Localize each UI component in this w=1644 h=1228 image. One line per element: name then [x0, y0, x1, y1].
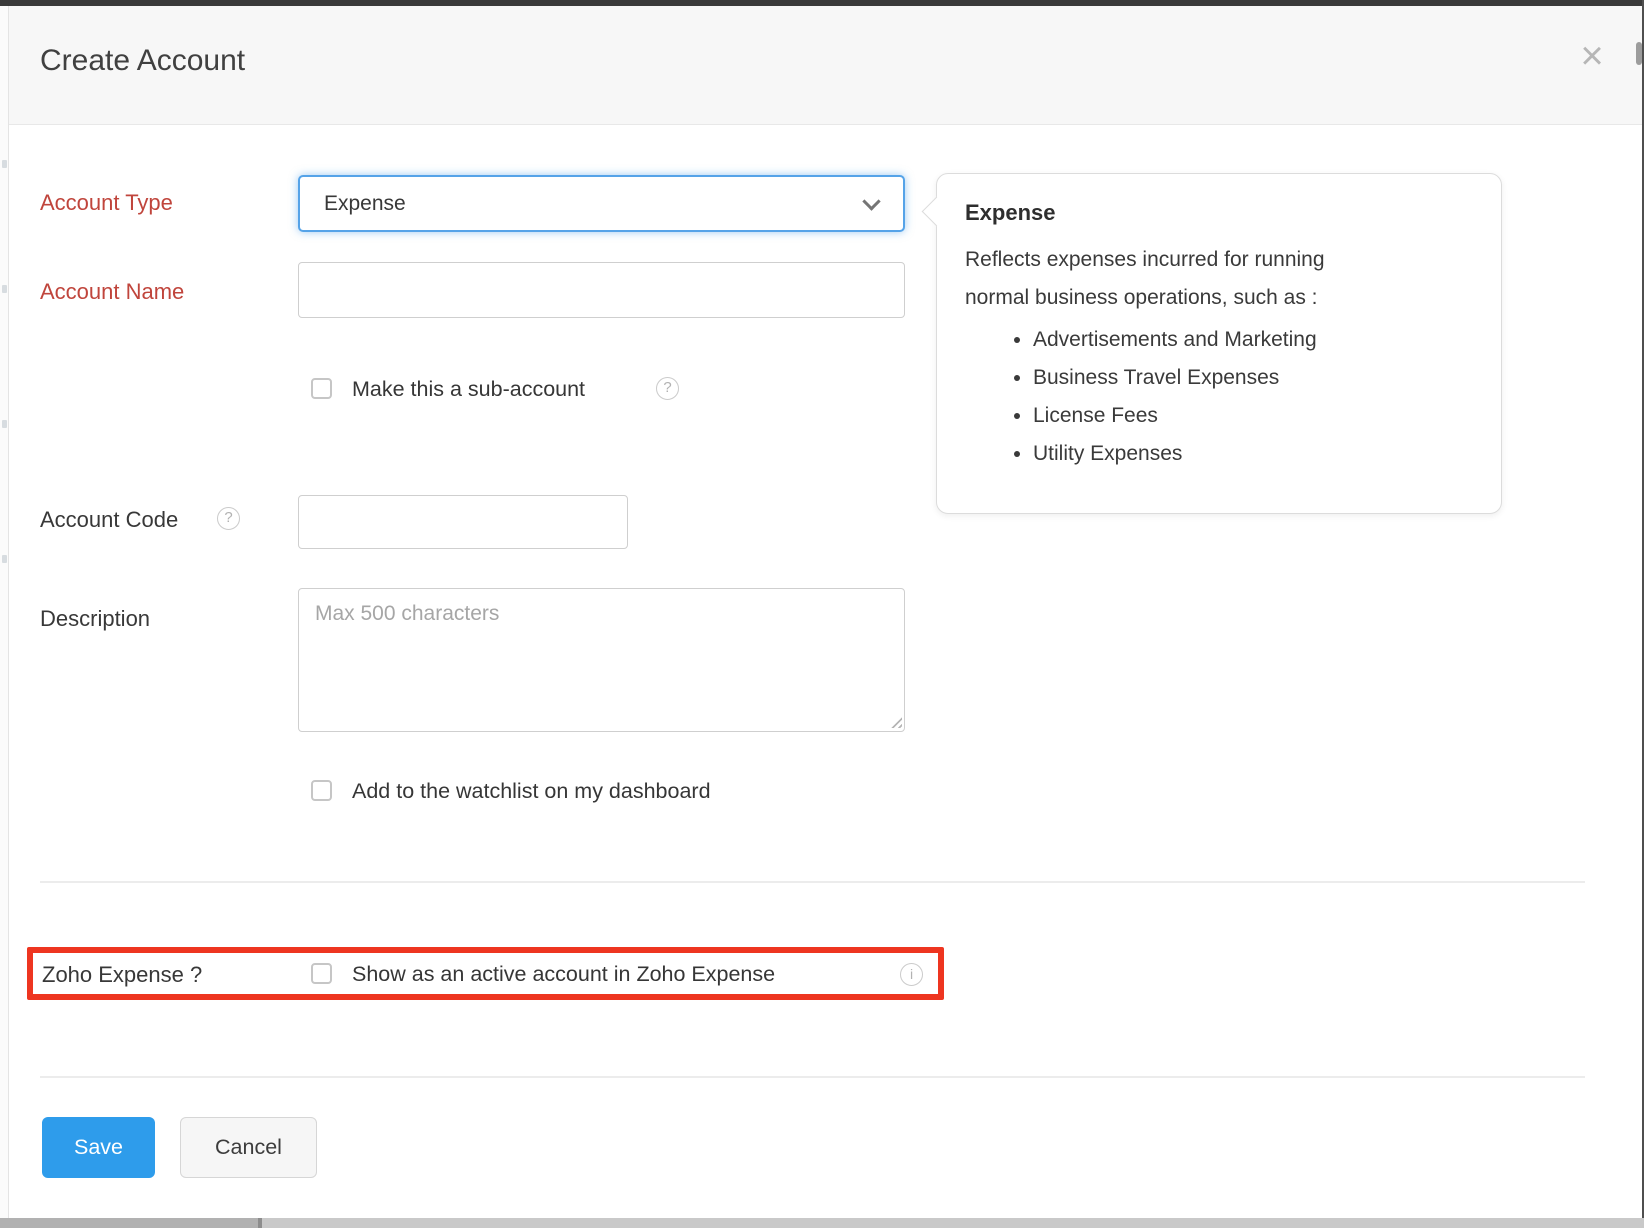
tooltip-bullet: Utility Expenses — [1033, 435, 1473, 473]
background-footer-left — [0, 1218, 258, 1228]
zoho-expense-checkbox-label[interactable]: Show as an active account in Zoho Expens… — [352, 962, 775, 987]
account-name-label: Account Name — [40, 279, 184, 305]
background-page-sliver — [0, 6, 9, 1218]
background-glyph — [2, 160, 7, 168]
dialog-header — [9, 6, 1642, 125]
footer-divider — [40, 1076, 1585, 1078]
tooltip-bullet: Advertisements and Marketing — [1033, 321, 1473, 359]
tooltip-bullet: License Fees — [1033, 397, 1473, 435]
help-icon[interactable]: ? — [656, 377, 679, 400]
account-code-label: Account Code — [40, 507, 178, 533]
section-divider — [40, 881, 1585, 883]
account-type-value: Expense — [324, 192, 406, 216]
chevron-down-icon — [862, 192, 880, 210]
watchlist-checkbox[interactable] — [311, 780, 332, 801]
description-field-wrap — [298, 588, 905, 732]
background-glyph — [2, 555, 7, 563]
save-button[interactable]: Save — [42, 1117, 155, 1178]
account-type-tooltip: Expense Reflects expenses incurred for r… — [936, 173, 1502, 514]
close-icon[interactable]: × — [1572, 34, 1612, 78]
zoho-expense-label: Zoho Expense ? — [42, 962, 202, 988]
watchlist-label[interactable]: Add to the watchlist on my dashboard — [352, 779, 711, 804]
description-textarea[interactable] — [298, 588, 905, 732]
tooltip-bullet-list: Advertisements and Marketing Business Tr… — [965, 321, 1473, 473]
help-icon[interactable]: ? — [217, 507, 240, 530]
description-label: Description — [40, 606, 150, 632]
account-type-label: Account Type — [40, 190, 173, 216]
scrollbar-thumb[interactable] — [1636, 42, 1642, 65]
info-icon[interactable]: i — [900, 963, 923, 986]
account-code-input[interactable] — [298, 495, 628, 549]
tooltip-bullet: Business Travel Expenses — [1033, 359, 1473, 397]
tooltip-title: Expense — [965, 200, 1473, 226]
tooltip-body: Reflects expenses incurred for running n… — [965, 241, 1473, 317]
zoho-expense-checkbox[interactable] — [311, 963, 332, 984]
cancel-button[interactable]: Cancel — [180, 1117, 317, 1178]
dialog-title: Create Account — [40, 44, 245, 78]
sub-account-label[interactable]: Make this a sub-account — [352, 377, 585, 402]
tooltip-arrow — [922, 197, 952, 227]
background-footer-right — [262, 1218, 1644, 1228]
background-glyph — [2, 420, 7, 428]
sub-account-checkbox[interactable] — [311, 378, 332, 399]
account-type-select[interactable]: Expense — [298, 175, 905, 232]
account-name-input[interactable] — [298, 262, 905, 318]
background-glyph — [2, 285, 7, 293]
